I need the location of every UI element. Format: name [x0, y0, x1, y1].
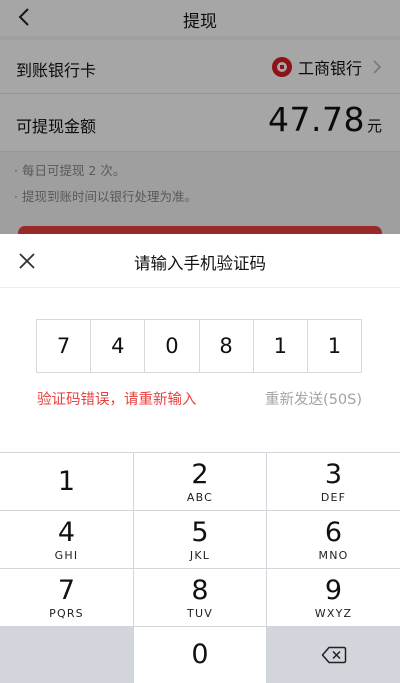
code-digit-6: 1 — [327, 334, 342, 358]
key-delete[interactable] — [267, 627, 400, 683]
key-digit: 6 — [324, 516, 343, 548]
key-4[interactable]: 4 GHI — [0, 511, 133, 568]
key-blank — [0, 627, 133, 683]
resend-button[interactable]: 重新发送(50S) — [265, 388, 362, 409]
code-digit-3: 0 — [145, 320, 200, 372]
key-digit: 7 — [57, 574, 76, 606]
key-letters: PQRS — [49, 606, 84, 620]
key-digit: 9 — [324, 574, 343, 606]
key-letters: DEF — [320, 490, 347, 504]
key-digit: 5 — [191, 516, 209, 548]
sheet-title: 请输入手机验证码 — [134, 254, 266, 273]
key-letters: TUV — [187, 606, 213, 620]
sheet-header: 请输入手机验证码 — [0, 234, 400, 288]
key-letters: JKL — [189, 548, 211, 562]
error-message: 验证码错误，请重新输入 — [37, 392, 197, 408]
key-0[interactable]: 0 — [134, 627, 266, 683]
key-digit: 0 — [191, 639, 209, 670]
code-digit-1: 7 — [37, 320, 92, 372]
key-6[interactable]: 6 MNO — [267, 511, 400, 568]
key-3[interactable]: 3 DEF — [267, 453, 400, 510]
key-5[interactable]: 5 JKL — [134, 511, 266, 568]
numeric-keypad: 1 2 ABC 3 DEF 4 GHI 5 JKL 6 MNO 7 PQRS 8… — [0, 452, 400, 683]
key-2[interactable]: 2 ABC — [134, 453, 266, 510]
key-9[interactable]: 9 WXYZ — [267, 569, 400, 626]
key-letters: WXYZ — [314, 606, 353, 620]
key-digit: 3 — [324, 458, 343, 490]
key-digit: 4 — [57, 516, 76, 548]
key-letters: ABC — [186, 490, 214, 504]
key-digit: 2 — [191, 458, 209, 490]
backspace-icon — [321, 646, 346, 664]
key-letters: MNO — [318, 548, 349, 562]
key-1[interactable]: 1 — [0, 453, 133, 510]
key-digit: 8 — [191, 574, 209, 606]
code-digit-2: 4 — [91, 320, 146, 372]
key-digit: 1 — [57, 465, 76, 497]
code-input[interactable]: 7 4 0 8 1 1 — [36, 319, 362, 373]
code-digit-5: 1 — [254, 320, 308, 372]
code-digit-4: 8 — [200, 320, 254, 372]
key-7[interactable]: 7 PQRS — [0, 569, 133, 626]
key-8[interactable]: 8 TUV — [134, 569, 266, 626]
key-letters: GHI — [54, 548, 79, 562]
